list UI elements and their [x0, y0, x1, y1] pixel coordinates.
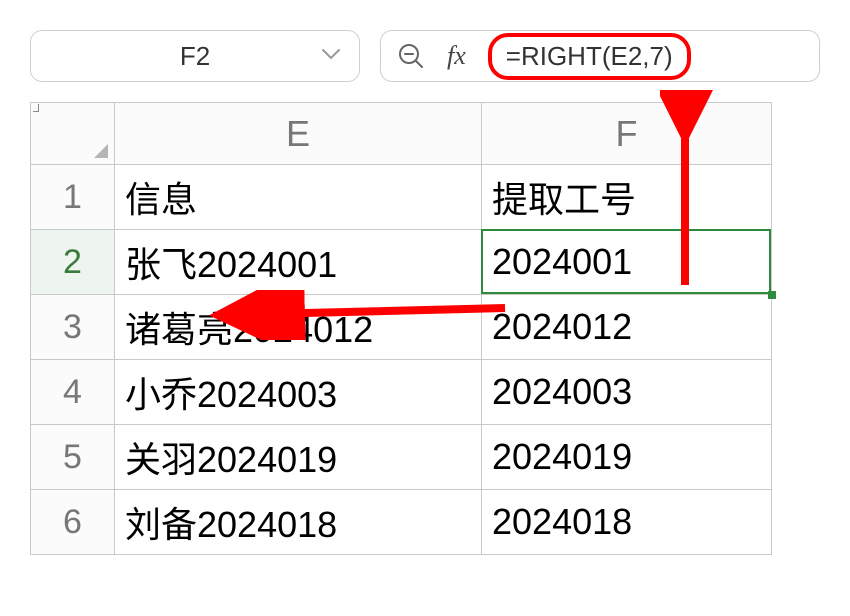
row-header-5[interactable]: 5 [31, 425, 115, 490]
formula-bar[interactable]: fx =RIGHT(E2,7) [380, 30, 820, 82]
top-bar: F2 fx =RIGHT(E2,7) [30, 30, 820, 82]
formula-input[interactable]: =RIGHT(E2,7) [488, 33, 691, 80]
cell-e2[interactable]: 张飞2024001 [115, 230, 482, 295]
zoom-out-icon[interactable] [397, 42, 425, 70]
name-box[interactable]: F2 [30, 30, 360, 82]
column-header-e[interactable]: E [115, 103, 482, 165]
spreadsheet-grid[interactable]: E F 1 信息 提取工号 2 张飞2024001 2024001 3 诸葛亮2… [30, 102, 772, 555]
row-header-2[interactable]: 2 [31, 230, 115, 295]
row-header-1[interactable]: 1 [31, 165, 115, 230]
row-header-4[interactable]: 4 [31, 360, 115, 425]
row-header-6[interactable]: 6 [31, 490, 115, 555]
tick-mark-icon [33, 104, 39, 112]
fill-handle[interactable] [768, 291, 776, 299]
select-all-corner[interactable] [31, 103, 115, 165]
cell-f5[interactable]: 2024019 [482, 425, 772, 490]
cell-f2[interactable]: 2024001 [482, 230, 772, 295]
cell-f1[interactable]: 提取工号 [482, 165, 772, 230]
cell-e3[interactable]: 诸葛亮2024012 [115, 295, 482, 360]
cell-f6[interactable]: 2024018 [482, 490, 772, 555]
corner-triangle-icon [94, 144, 108, 158]
row-header-3[interactable]: 3 [31, 295, 115, 360]
name-box-value: F2 [180, 41, 210, 72]
column-header-f[interactable]: F [482, 103, 772, 165]
cell-f3[interactable]: 2024012 [482, 295, 772, 360]
cell-e5[interactable]: 关羽2024019 [115, 425, 482, 490]
cell-f4[interactable]: 2024003 [482, 360, 772, 425]
chevron-down-icon[interactable] [321, 47, 341, 65]
fx-icon[interactable]: fx [447, 41, 466, 71]
cell-e1[interactable]: 信息 [115, 165, 482, 230]
cell-e6[interactable]: 刘备2024018 [115, 490, 482, 555]
cell-e4[interactable]: 小乔2024003 [115, 360, 482, 425]
